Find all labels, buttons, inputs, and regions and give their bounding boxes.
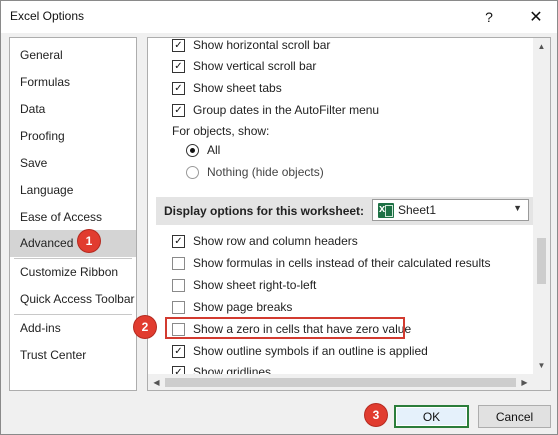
cancel-button[interactable]: Cancel bbox=[478, 405, 551, 428]
worksheet-section-header: Display options for this worksheet: Shee… bbox=[156, 197, 538, 225]
worksheet-select-value: Sheet1 bbox=[398, 203, 437, 217]
excel-options-dialog: Excel Options ? ✕ General Formulas Data … bbox=[0, 0, 558, 435]
radio-label: Nothing (hide objects) bbox=[207, 165, 324, 179]
option-group-dates-autofilter[interactable]: ✓ Group dates in the AutoFilter menu bbox=[148, 99, 528, 121]
option-label: Show sheet right-to-left bbox=[193, 278, 317, 292]
radio-objects-nothing[interactable]: Nothing (hide objects) bbox=[148, 161, 528, 183]
nav-item-advanced[interactable]: Advanced bbox=[10, 230, 136, 257]
option-show-sheet-tabs[interactable]: ✓ Show sheet tabs bbox=[148, 77, 528, 99]
option-label: Show vertical scroll bar bbox=[193, 59, 317, 73]
chevron-down-icon[interactable]: ▼ bbox=[513, 203, 522, 213]
option-label: Group dates in the AutoFilter menu bbox=[193, 103, 380, 117]
option-show-horizontal-scroll-bar[interactable]: ✓ Show horizontal scroll bar bbox=[148, 38, 528, 56]
ok-button[interactable]: OK bbox=[394, 405, 469, 428]
scroll-down-icon[interactable]: ▼ bbox=[533, 357, 550, 374]
checkbox-checked-icon[interactable]: ✓ bbox=[172, 38, 185, 52]
option-label: Show outline symbols if an outline is ap… bbox=[193, 344, 428, 358]
checkbox-checked-icon[interactable]: ✓ bbox=[172, 234, 185, 248]
radio-unselected-icon[interactable] bbox=[186, 165, 199, 179]
checkbox-unchecked-icon[interactable] bbox=[172, 278, 185, 292]
option-show-sheet-right-to-left[interactable]: Show sheet right-to-left bbox=[148, 274, 528, 296]
vertical-scrollbar[interactable]: ▲ ▼ bbox=[533, 38, 550, 374]
option-show-page-breaks[interactable]: Show page breaks bbox=[148, 296, 528, 318]
option-label: Show row and column headers bbox=[193, 234, 358, 248]
nav-item-language[interactable]: Language bbox=[10, 177, 136, 204]
option-label: Show formulas in cells instead of their … bbox=[193, 256, 491, 270]
nav-item-ease-of-access[interactable]: Ease of Access bbox=[10, 204, 136, 231]
vertical-scroll-thumb[interactable] bbox=[537, 238, 546, 284]
option-show-outline-symbols[interactable]: ✓ Show outline symbols if an outline is … bbox=[148, 340, 528, 362]
scroll-left-icon[interactable]: ◀ bbox=[148, 374, 165, 390]
checkbox-checked-icon[interactable]: ✓ bbox=[172, 59, 185, 73]
checkbox-checked-icon[interactable]: ✓ bbox=[172, 344, 185, 358]
advanced-options-panel: ✓ Show horizontal scroll bar ✓ Show vert… bbox=[147, 37, 551, 391]
help-button[interactable]: ? bbox=[469, 1, 509, 33]
dialog-title: Excel Options bbox=[10, 9, 85, 23]
nav-item-trust-center[interactable]: Trust Center bbox=[10, 342, 136, 369]
scrollbar-corner bbox=[533, 374, 550, 390]
option-label: Show page breaks bbox=[193, 300, 293, 314]
option-label: Show horizontal scroll bar bbox=[193, 38, 331, 52]
objects-label: For objects, show: bbox=[172, 124, 270, 138]
nav-item-customize-ribbon[interactable]: Customize Ribbon bbox=[10, 259, 136, 286]
step-badge-3: 3 bbox=[365, 404, 387, 426]
radio-label: All bbox=[207, 143, 221, 157]
worksheet-select[interactable]: Sheet1 ▼ bbox=[372, 199, 529, 221]
step-badge-2: 2 bbox=[134, 316, 156, 338]
checkbox-checked-icon[interactable]: ✓ bbox=[172, 81, 185, 95]
nav-item-add-ins[interactable]: Add-ins bbox=[10, 315, 136, 342]
option-show-formulas[interactable]: Show formulas in cells instead of their … bbox=[148, 252, 528, 274]
option-label: Show sheet tabs bbox=[193, 81, 282, 95]
option-show-row-column-headers[interactable]: ✓ Show row and column headers bbox=[148, 230, 528, 252]
nav-item-data[interactable]: Data bbox=[10, 96, 136, 123]
scroll-right-icon[interactable]: ▶ bbox=[516, 374, 533, 390]
nav-item-formulas[interactable]: Formulas bbox=[10, 69, 136, 96]
radio-selected-icon[interactable] bbox=[186, 143, 199, 157]
excel-sheet-icon bbox=[378, 202, 394, 218]
nav-item-general[interactable]: General bbox=[10, 42, 136, 69]
option-show-vertical-scroll-bar[interactable]: ✓ Show vertical scroll bar bbox=[148, 55, 528, 77]
nav-item-save[interactable]: Save bbox=[10, 150, 136, 177]
nav-item-quick-access-toolbar[interactable]: Quick Access Toolbar bbox=[10, 286, 136, 313]
scroll-up-icon[interactable]: ▲ bbox=[533, 38, 550, 55]
checkbox-unchecked-icon[interactable] bbox=[172, 256, 185, 270]
horizontal-scrollbar[interactable]: ◀ ▶ bbox=[148, 374, 533, 390]
step-badge-1: 1 bbox=[78, 230, 100, 252]
section-title: Display options for this worksheet: bbox=[164, 204, 365, 218]
title-bar: Excel Options ? ✕ bbox=[1, 1, 557, 33]
radio-objects-all[interactable]: All bbox=[148, 139, 528, 161]
checkbox-checked-icon[interactable]: ✓ bbox=[172, 103, 185, 117]
nav-item-proofing[interactable]: Proofing bbox=[10, 123, 136, 150]
highlight-annotation-box bbox=[165, 317, 405, 339]
close-button[interactable]: ✕ bbox=[516, 1, 556, 33]
checkbox-unchecked-icon[interactable] bbox=[172, 300, 185, 314]
horizontal-scroll-thumb[interactable] bbox=[165, 378, 516, 387]
options-nav: General Formulas Data Proofing Save Lang… bbox=[9, 37, 137, 391]
